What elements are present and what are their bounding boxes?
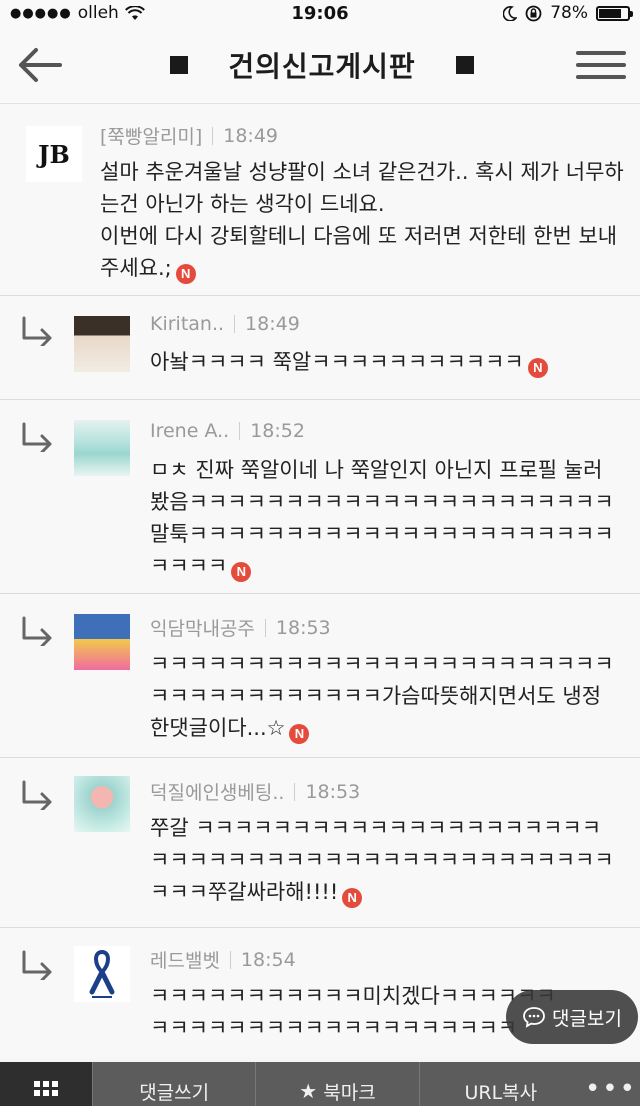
grid-icon: [34, 1081, 58, 1096]
comment-text: ㅁㅊ 진짜 쭉알이네 나 쭉알인지 아닌지 프로필 눌러봤음ㅋㅋㅋㅋㅋㅋㅋㅋㅋㅋ…: [150, 454, 620, 582]
back-arrow-icon: [19, 47, 62, 82]
menu-icon: [575, 50, 626, 55]
reply-arrow-icon: [22, 616, 52, 646]
more-button[interactable]: •••: [582, 1062, 640, 1106]
ribbon-icon: [89, 949, 115, 998]
comment-bubble-icon: [523, 1007, 545, 1028]
reply-arrow-icon: [22, 316, 52, 346]
avatar[interactable]: [74, 420, 130, 476]
avatar[interactable]: [74, 316, 130, 372]
comment-text: 아놬ㅋㅋㅋㅋ 쭉알ㅋㅋㅋㅋㅋㅋㅋㅋㅋㅋㅋ N: [150, 346, 620, 378]
comment-list: JB [쭉빵알리미] 18:49 설마 추운겨울날 성냥팔이 소녀 같은건가..…: [0, 104, 640, 1058]
title-square-left: [170, 55, 189, 74]
new-badge: N: [175, 264, 196, 284]
view-comments-label: 댓글보기: [552, 1007, 622, 1030]
comment-author[interactable]: 레드밸벳: [150, 946, 220, 973]
avatar[interactable]: [74, 946, 130, 1002]
new-badge: N: [342, 888, 363, 908]
view-comments-button[interactable]: 댓글보기: [506, 990, 638, 1044]
comment-author[interactable]: 익담막내공주: [150, 614, 255, 641]
moon-icon: [503, 5, 518, 21]
new-badge: N: [527, 358, 548, 378]
header: 건의신고게시판: [0, 26, 640, 104]
rotation-lock-icon: [525, 5, 542, 21]
comment-time: 18:52: [250, 420, 305, 442]
carrier-label: olleh: [77, 3, 119, 23]
write-comment-label: 댓글쓰기: [139, 1081, 210, 1104]
menu-button[interactable]: [575, 40, 626, 90]
bookmark-button[interactable]: ★ 북마크: [255, 1062, 418, 1106]
copy-url-label: URL복사: [464, 1081, 538, 1104]
comment-author[interactable]: Kiritan..: [150, 313, 224, 335]
reply-arrow-icon: [22, 780, 52, 810]
comment-item[interactable]: JB [쭉빵알리미] 18:49 설마 추운겨울날 성냥팔이 소녀 같은건가..…: [0, 104, 640, 296]
wifi-icon: [124, 5, 145, 20]
copy-url-button[interactable]: URL복사: [418, 1062, 582, 1106]
status-bar: ●●●●● olleh 19:06 78%: [0, 0, 640, 26]
new-badge: N: [289, 724, 310, 744]
comment-time: 18:53: [275, 616, 331, 639]
avatar[interactable]: JB: [26, 126, 82, 182]
avatar[interactable]: [74, 776, 130, 832]
comment-item[interactable]: Kiritan.. 18:49 아놬ㅋㅋㅋㅋ 쭉알ㅋㅋㅋㅋㅋㅋㅋㅋㅋㅋㅋ N: [0, 296, 640, 400]
comment-text: 설마 추운겨울날 성냥팔이 소녀 같은건가.. 혹시 제가 너무하는건 아닌가 …: [100, 156, 626, 284]
title-square-right: [455, 55, 474, 74]
bookmark-label: 북마크: [323, 1081, 376, 1104]
comment-text: 쭈갈 ㅋㅋㅋㅋㅋㅋㅋㅋㅋㅋㅋㅋㅋㅋㅋㅋㅋㅋㅋㅋㅋㅋㅋㅋㅋㅋㅋㅋㅋㅋㅋㅋㅋㅋㅋㅋㅋ…: [150, 812, 620, 908]
grid-button[interactable]: [0, 1062, 92, 1106]
comment-author[interactable]: 덕질에인생베팅..: [150, 778, 284, 805]
jb-logo: JB: [38, 139, 70, 169]
comment-time: 18:49: [245, 313, 300, 335]
comment-author[interactable]: [쭉빵알리미]: [100, 122, 202, 149]
comment-item[interactable]: Irene A.. 18:52 ㅁㅊ 진짜 쭉알이네 나 쭉알인지 아닌지 프로…: [0, 400, 640, 594]
comment-author[interactable]: Irene A..: [150, 420, 229, 442]
comment-time: 18:49: [223, 124, 278, 147]
comment-time: 18:54: [240, 948, 296, 971]
back-button[interactable]: [16, 40, 68, 90]
bottom-toolbar: 댓글쓰기 ★ 북마크 URL복사 •••: [0, 1062, 640, 1106]
status-time: 19:06: [291, 2, 349, 24]
comment-time: 18:53: [305, 780, 361, 803]
comment-item[interactable]: 덕질에인생베팅.. 18:53 쭈갈 ㅋㅋㅋㅋㅋㅋㅋㅋㅋㅋㅋㅋㅋㅋㅋㅋㅋㅋㅋㅋㅋ…: [0, 758, 640, 928]
new-badge: N: [231, 562, 252, 582]
battery-icon: [596, 5, 633, 21]
write-comment-button[interactable]: 댓글쓰기: [92, 1062, 255, 1106]
comment-text: ㅋㅋㅋㅋㅋㅋㅋㅋㅋㅋㅋㅋㅋㅋㅋㅋㅋㅋㅋㅋㅋㅋㅋㅋㅋㅋㅋㅋㅋㅋㅋㅋㅋㅋㅋㅋ가슴따뜻…: [150, 648, 620, 744]
page-title: 건의신고게시판: [228, 49, 416, 83]
avatar[interactable]: [74, 614, 130, 670]
reply-arrow-icon: [22, 950, 52, 980]
reply-arrow-icon: [22, 422, 52, 452]
comment-item[interactable]: 익담막내공주 18:53 ㅋㅋㅋㅋㅋㅋㅋㅋㅋㅋㅋㅋㅋㅋㅋㅋㅋㅋㅋㅋㅋㅋㅋㅋㅋㅋㅋ…: [0, 594, 640, 758]
battery-percent: 78%: [550, 3, 588, 23]
battery-fill: [599, 8, 621, 18]
star-icon: ★: [299, 1079, 318, 1103]
signal-icon: ●●●●●: [10, 5, 72, 21]
